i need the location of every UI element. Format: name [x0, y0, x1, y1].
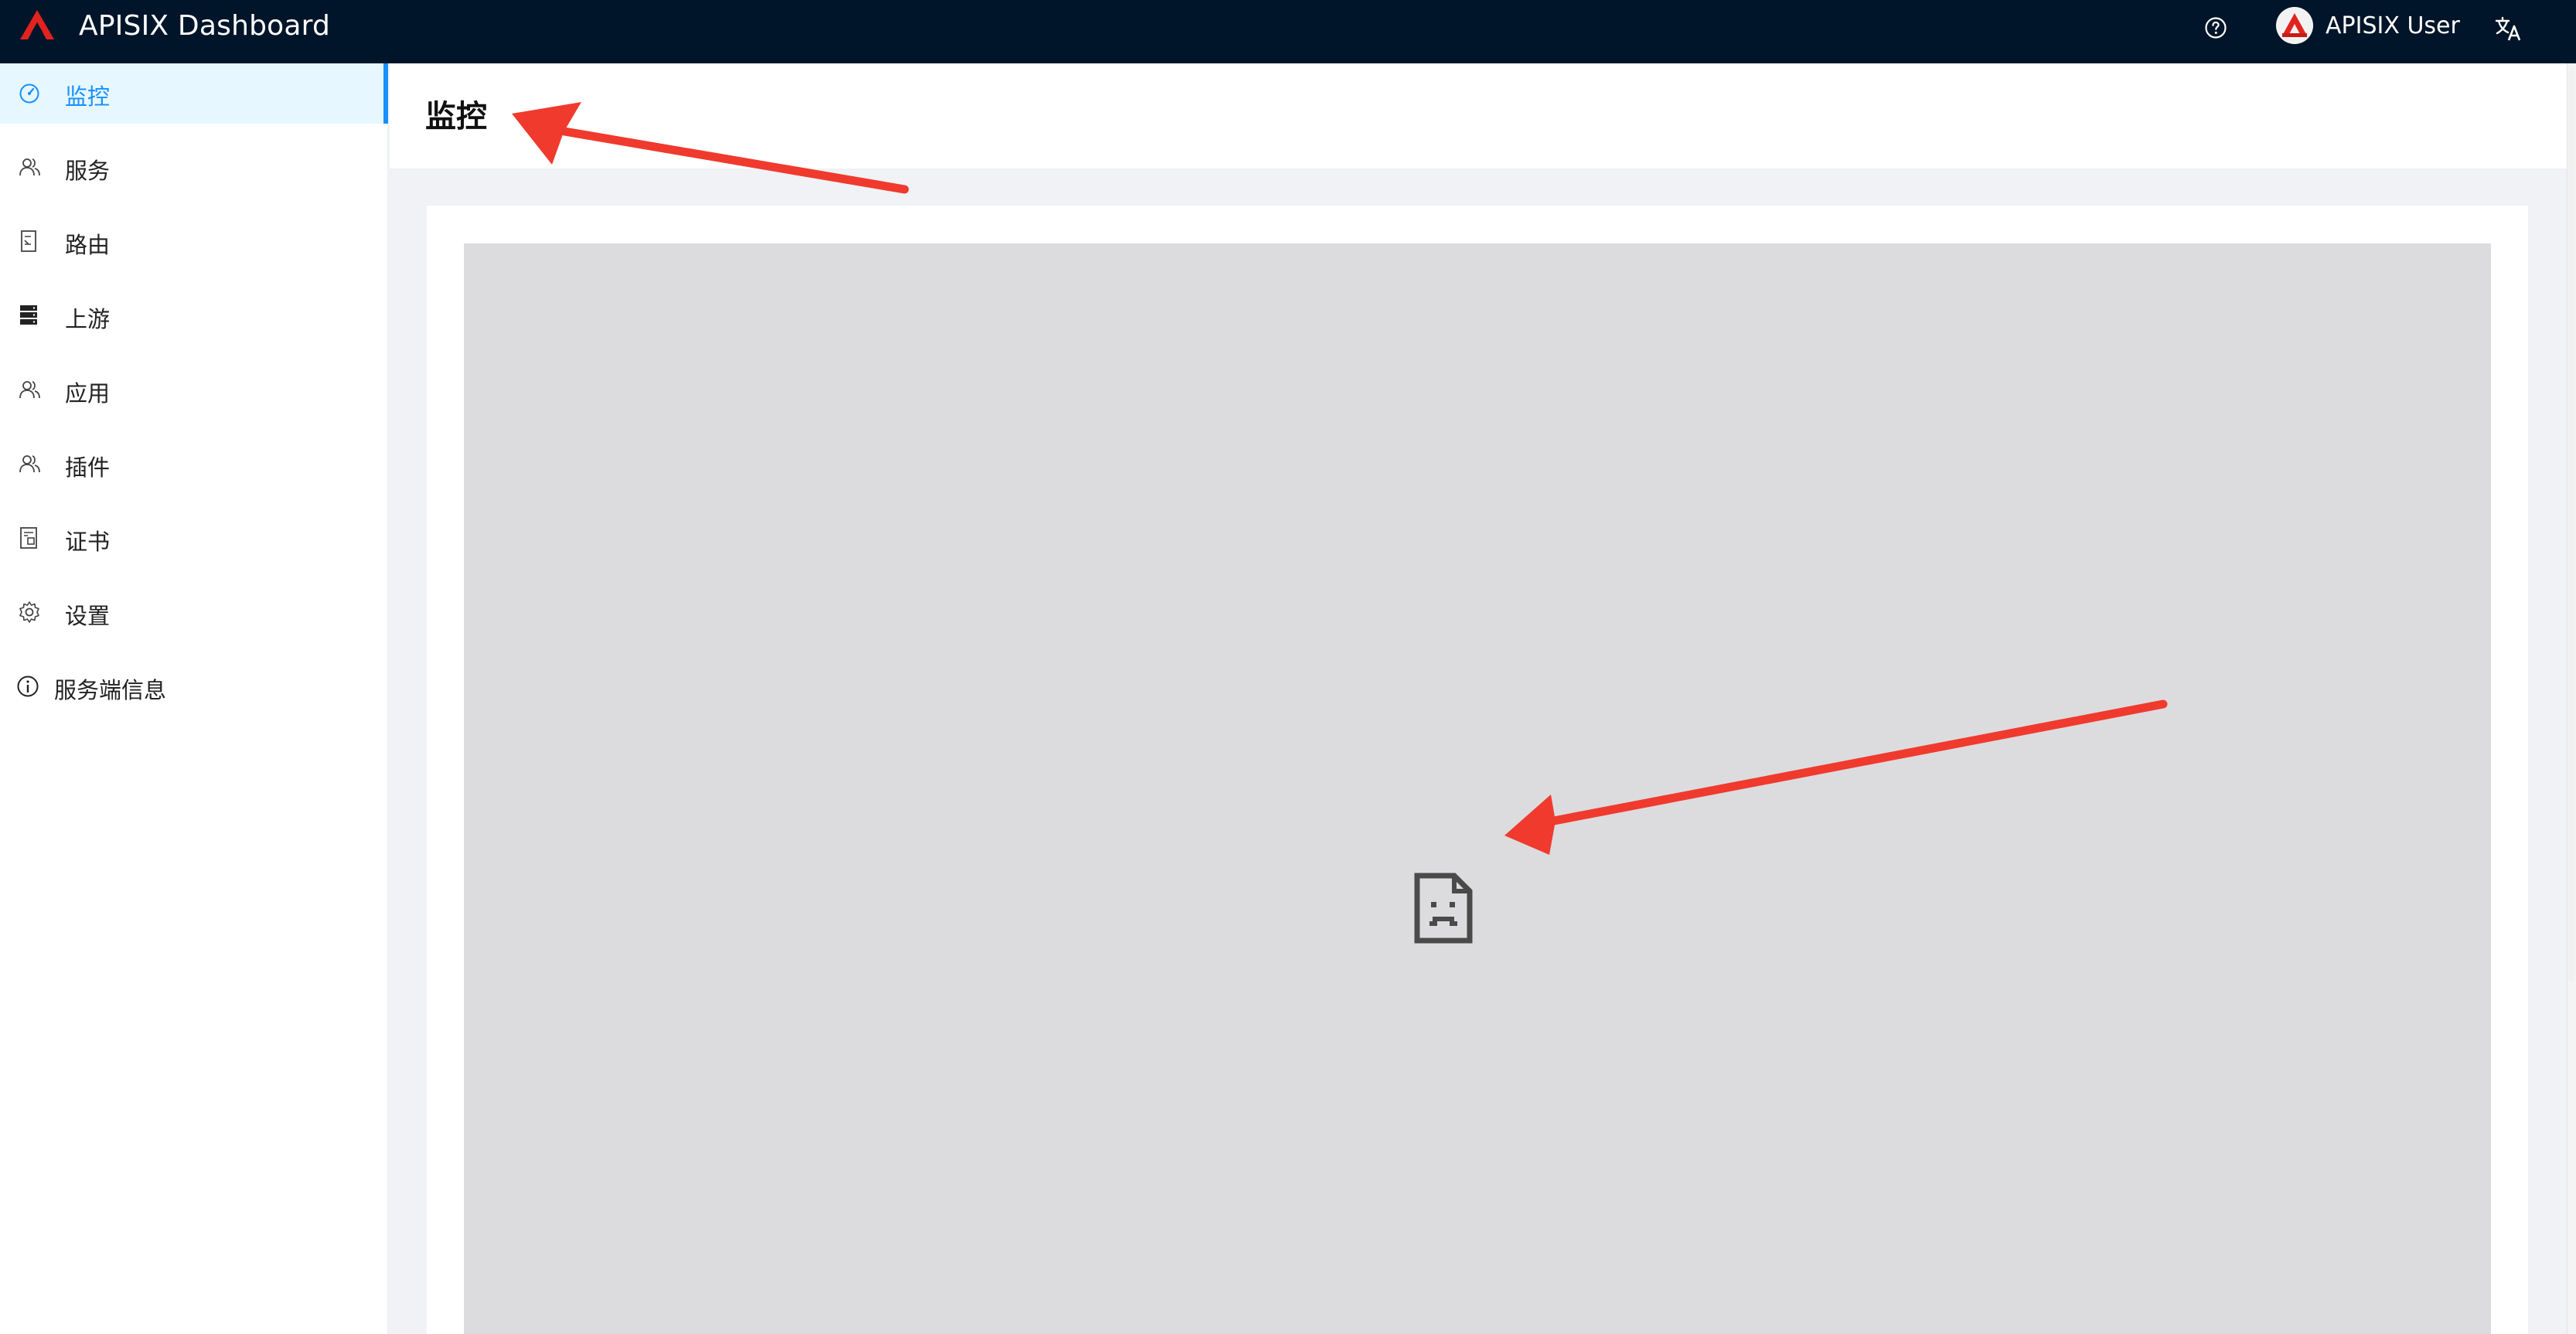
sidebar-item-label: 应用: [65, 380, 111, 407]
translate-icon[interactable]: [2494, 14, 2523, 43]
sidebar-item-label: 监控: [65, 83, 111, 110]
app-title[interactable]: APISIX Dashboard: [79, 10, 330, 42]
user-group-icon: [19, 455, 40, 473]
sidebar-item-label: 服务: [65, 158, 111, 184]
sidebar-item-server-info[interactable]: 服务端信息: [0, 657, 388, 717]
page-title: 监控: [425, 99, 487, 134]
apisix-avatar-icon: [2276, 7, 2313, 44]
page-header: 监控: [390, 63, 2567, 168]
broken-document-icon: [1414, 873, 1473, 944]
sidebar-item-service[interactable]: 服务: [0, 138, 388, 198]
content-card: [427, 206, 2528, 1334]
sidebar-item-label: 服务端信息: [54, 677, 167, 703]
dashboard-icon: [19, 83, 39, 104]
user-group-icon: [19, 381, 40, 399]
embedded-monitor-frame[interactable]: [464, 243, 2491, 1334]
sidebar: 监控 服务 路由 上游 应用 插件 证书 设置 服务端信息: [0, 63, 388, 1334]
info-circle-icon: [17, 676, 39, 697]
certificate-icon: [20, 527, 37, 549]
gear-icon: [19, 601, 39, 623]
top-header: APISIX Dashboard APISIX User: [0, 0, 2576, 63]
sidebar-item-monitor[interactable]: 监控: [0, 63, 388, 124]
sidebar-item-ssl[interactable]: 证书: [0, 509, 388, 569]
scrollbar-thumb[interactable]: [2568, 70, 2574, 982]
sidebar-item-label: 上游: [65, 306, 111, 332]
sidebar-item-route[interactable]: 路由: [0, 212, 388, 272]
sidebar-item-consumer[interactable]: 应用: [0, 360, 388, 420]
sidebar-item-upstream[interactable]: 上游: [0, 286, 388, 346]
route-doc-icon: [21, 230, 36, 252]
server-stack-icon: [20, 305, 37, 325]
avatar[interactable]: [2276, 7, 2313, 44]
user-name[interactable]: APISIX User: [2326, 12, 2460, 39]
sidebar-item-label: 设置: [65, 603, 111, 629]
sidebar-item-settings[interactable]: 设置: [0, 583, 388, 643]
sidebar-item-plugin[interactable]: 插件: [0, 434, 388, 495]
apisix-logo-icon[interactable]: [19, 9, 56, 41]
sidebar-item-label: 路由: [65, 232, 111, 258]
sidebar-item-label: 插件: [65, 454, 111, 481]
question-circle-icon[interactable]: [2203, 15, 2228, 40]
sidebar-item-label: 证书: [65, 529, 111, 555]
user-group-icon: [19, 158, 40, 176]
